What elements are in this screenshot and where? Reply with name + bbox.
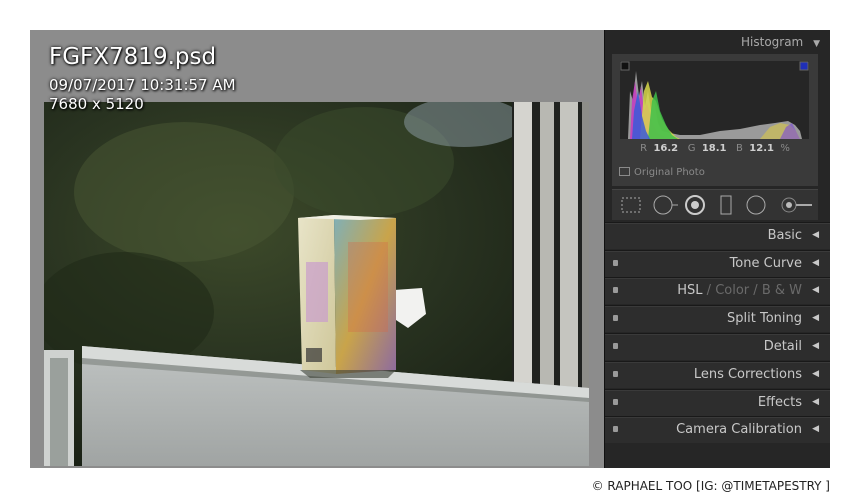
panel-switch-icon[interactable] — [613, 399, 618, 405]
checkbox-icon[interactable] — [619, 167, 630, 176]
panel-switch-icon[interactable] — [613, 260, 618, 266]
expand-triangle-icon[interactable]: ◀ — [812, 397, 819, 407]
collapse-triangle-icon[interactable]: ▼ — [813, 39, 820, 49]
photo-scene — [44, 102, 589, 466]
tab-color[interactable]: Color — [715, 283, 749, 298]
photo-preview — [44, 102, 589, 466]
panel-switch-icon[interactable] — [613, 287, 618, 293]
section-lens-corrections[interactable]: Lens Corrections ◀ — [605, 361, 830, 388]
histogram-title: Histogram — [741, 35, 804, 49]
capture-datetime: 09/07/2017 10:31:57 AM — [49, 76, 236, 94]
section-detail[interactable]: Detail ◀ — [605, 333, 830, 360]
expand-triangle-icon[interactable]: ◀ — [812, 258, 819, 268]
tab-bw[interactable]: B & W — [762, 283, 802, 298]
expand-triangle-icon[interactable]: ◀ — [812, 313, 819, 323]
histogram-box: R 16.2 G 18.1 B 12.1 % Original Photo — [612, 54, 818, 186]
expand-triangle-icon[interactable]: ◀ — [812, 369, 819, 379]
filename-label: FGFX7819.psd — [49, 44, 217, 70]
section-split-toning[interactable]: Split Toning ◀ — [605, 305, 830, 332]
graduated-filter-icon[interactable] — [720, 195, 732, 215]
panel-switch-icon[interactable] — [613, 315, 618, 321]
section-effects[interactable]: Effects ◀ — [605, 389, 830, 416]
expand-triangle-icon[interactable]: ◀ — [812, 230, 819, 240]
panel-switch-icon[interactable] — [613, 343, 618, 349]
panel-switch-icon[interactable] — [613, 426, 618, 432]
expand-triangle-icon[interactable]: ◀ — [812, 341, 819, 351]
image-dimensions: 7680 x 5120 — [49, 95, 144, 113]
photo-credit: © RAPHAEL TOO [IG: @TIMETAPESTRY ] — [591, 479, 830, 493]
original-photo-toggle[interactable]: Original Photo — [619, 167, 705, 178]
radial-filter-icon[interactable] — [746, 195, 766, 215]
histogram-graph — [620, 61, 809, 139]
section-camera-calibration[interactable]: Camera Calibration ◀ — [605, 416, 830, 443]
tool-strip — [612, 189, 818, 220]
spot-removal-icon[interactable] — [653, 195, 678, 215]
histogram-svg — [620, 61, 809, 139]
tab-hsl[interactable]: HSL — [677, 283, 702, 298]
highlight-clipping-icon — [799, 61, 809, 71]
histogram-header[interactable]: Histogram ▼ — [741, 35, 820, 49]
adjustment-brush-icon[interactable] — [781, 197, 812, 213]
section-basic[interactable]: Basic ◀ — [605, 222, 830, 249]
develop-panel: Histogram ▼ R 16.2 G 18.1 B 12.1 % Origi… — [604, 30, 830, 468]
red-eye-icon[interactable] — [685, 195, 705, 215]
crop-overlay-icon[interactable] — [621, 197, 641, 213]
rgb-readout: R 16.2 G 18.1 B 12.1 % — [640, 143, 790, 154]
shadow-clipping-icon — [620, 61, 630, 71]
section-hsl[interactable]: HSL / Color / B & W ◀ — [605, 277, 830, 304]
expand-triangle-icon[interactable]: ◀ — [812, 285, 819, 295]
section-tone-curve[interactable]: Tone Curve ◀ — [605, 250, 830, 277]
expand-triangle-icon[interactable]: ◀ — [812, 424, 819, 434]
panel-switch-icon[interactable] — [613, 371, 618, 377]
